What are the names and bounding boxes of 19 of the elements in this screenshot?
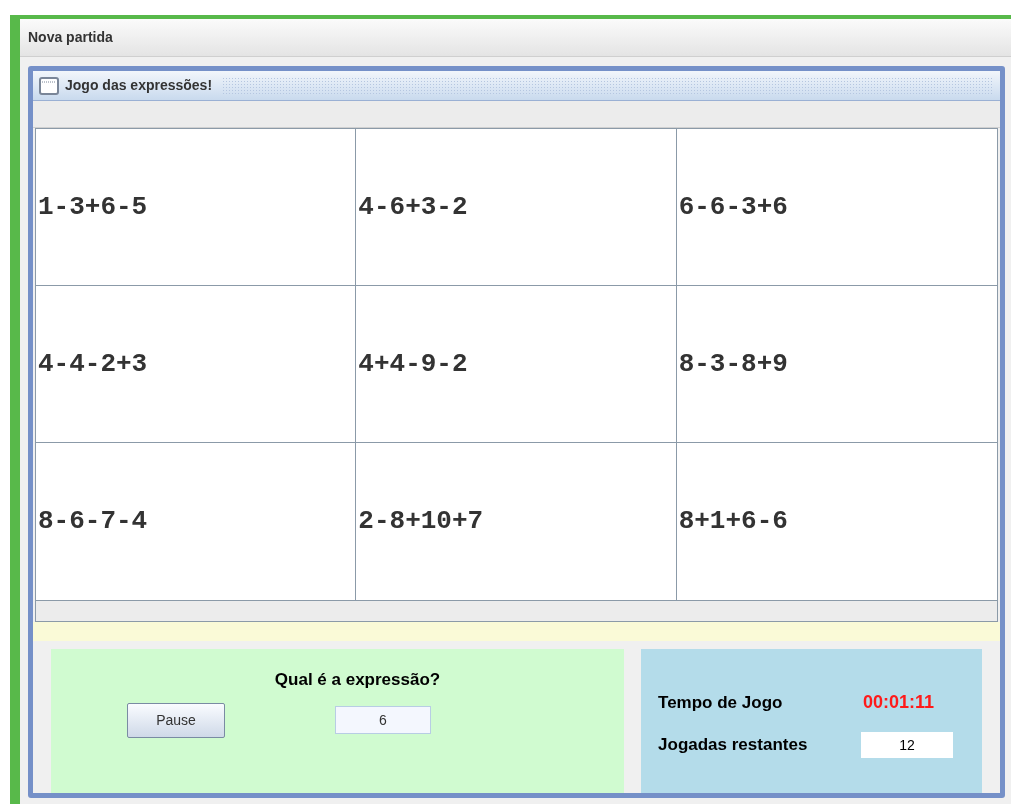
expression-text[interactable]: 1-3+6-5 <box>38 187 148 227</box>
expression-text[interactable]: 4+4-9-2 <box>358 344 468 384</box>
expression-text[interactable]: 6-6-3+6 <box>678 187 788 227</box>
expression-text[interactable]: 8-3-8+9 <box>678 344 788 384</box>
expression-text[interactable]: 2-8+10+7 <box>358 502 484 541</box>
expression-text[interactable]: 8-6-7-4 <box>38 502 148 541</box>
time-value: 00:01:11 <box>863 691 935 714</box>
window-icon <box>39 76 59 95</box>
moves-field[interactable]: 12 <box>861 732 954 758</box>
answer-field[interactable]: 6 <box>335 706 431 734</box>
time-label: Tempo de Jogo <box>658 691 784 714</box>
expression-text[interactable]: 4-6+3-2 <box>358 187 468 227</box>
frame-title: Jogo das expressões! <box>65 76 213 95</box>
moves-label: Jogadas restantes <box>658 734 809 757</box>
expression-text[interactable]: 8+1+6-6 <box>678 502 788 541</box>
question-label: Qual é a expressão? <box>274 669 441 691</box>
expression-text[interactable]: 4-4-2+3 <box>38 344 148 384</box>
window-title: Nova partida <box>28 28 113 47</box>
pause-button[interactable]: Pause <box>127 702 225 738</box>
